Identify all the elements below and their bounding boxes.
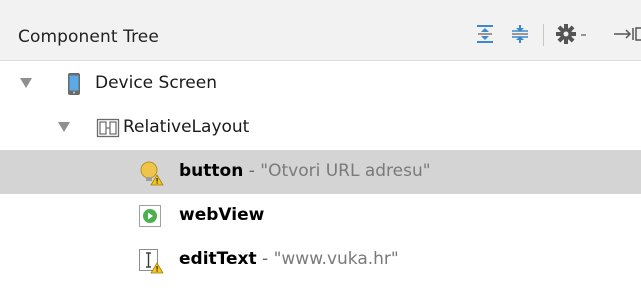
- tree-item-label: webView: [179, 205, 264, 225]
- tree-item-label: editText - "www.vuka.hr": [179, 249, 399, 269]
- expand-arrow-icon[interactable]: [58, 122, 70, 132]
- expand-arrow-icon[interactable]: [20, 78, 32, 88]
- tree-item-edittext[interactable]: editText - "www.vuka.hr": [0, 238, 641, 282]
- panel-header: Component Tree: [0, 0, 641, 61]
- tree-item-relative-layout[interactable]: RelativeLayout: [0, 106, 641, 150]
- hide-panel-icon[interactable]: [608, 19, 641, 49]
- tree-item-label: Device Screen: [95, 73, 217, 93]
- edittext-icon: [138, 248, 164, 274]
- gear-icon[interactable]: [554, 19, 596, 49]
- component-id: webView: [179, 205, 265, 225]
- tree-item-label: RelativeLayout: [123, 117, 250, 137]
- webview-icon: [138, 204, 162, 228]
- component-id: button: [179, 161, 244, 181]
- phone-icon: [62, 72, 86, 96]
- label-separator: -: [243, 161, 261, 181]
- component-text: "www.vuka.hr": [273, 249, 399, 269]
- label-separator: -: [256, 249, 274, 269]
- component-tree-panel: Component Tree Device Screen RelativeLay…: [0, 0, 641, 298]
- tree-item-webview[interactable]: webView: [0, 194, 641, 238]
- relative-layout-icon: [96, 116, 120, 140]
- tree-item-label: button - "Otvori URL adresu": [179, 161, 431, 181]
- component-id: editText: [179, 249, 257, 269]
- collapse-all-icon[interactable]: [505, 19, 535, 49]
- toolbar-separator: [543, 24, 544, 46]
- panel-title: Component Tree: [18, 27, 159, 47]
- component-text: "Otvori URL adresu": [260, 161, 431, 181]
- tree-item-device-screen[interactable]: Device Screen: [0, 62, 641, 106]
- tree-item-button[interactable]: button - "Otvori URL adresu": [0, 150, 641, 194]
- button-icon: [138, 160, 164, 186]
- expand-all-icon[interactable]: [470, 19, 500, 49]
